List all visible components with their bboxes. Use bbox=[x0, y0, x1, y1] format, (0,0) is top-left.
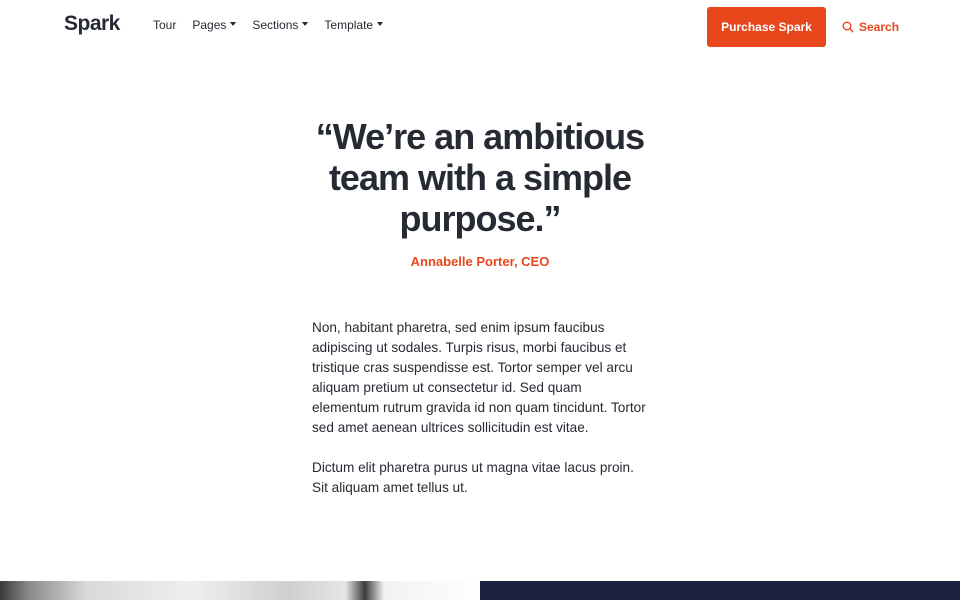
body-paragraph: Non, habitant pharetra, sed enim ipsum f… bbox=[312, 320, 646, 435]
logo[interactable]: Spark bbox=[64, 12, 120, 36]
search-button[interactable]: Search bbox=[842, 20, 899, 34]
main-nav: Tour Pages Sections Template bbox=[153, 18, 384, 32]
nav-item-label: Tour bbox=[153, 18, 177, 32]
dark-panel bbox=[480, 581, 960, 600]
nav-item-label: Template bbox=[324, 18, 374, 32]
body-text: Non, habitant pharetra, sed enim ipsum f… bbox=[312, 318, 652, 518]
caret-down-icon bbox=[377, 22, 384, 26]
caret-down-icon bbox=[230, 22, 237, 26]
search-label: Search bbox=[859, 20, 900, 34]
quote-author: Annabelle Porter, CEO bbox=[410, 254, 550, 269]
nav-item-template[interactable]: Template bbox=[324, 18, 384, 32]
body-paragraph: Dictum elit pharetra purus ut magna vita… bbox=[312, 460, 634, 495]
purchase-button[interactable]: Purchase Spark bbox=[707, 7, 826, 47]
nav-item-tour[interactable]: Tour bbox=[153, 18, 176, 32]
nav-item-sections[interactable]: Sections bbox=[252, 18, 309, 32]
photo-image bbox=[0, 581, 480, 600]
nav-item-pages[interactable]: Pages bbox=[192, 18, 237, 32]
caret-down-icon bbox=[302, 22, 309, 26]
pull-quote: “We’re an ambitious team with a simple p… bbox=[315, 116, 645, 239]
search-icon bbox=[842, 21, 854, 33]
top-navbar: Spark Tour Pages Sections Template Purch… bbox=[0, 0, 960, 54]
nav-item-label: Sections bbox=[252, 18, 299, 32]
nav-item-label: Pages bbox=[192, 18, 227, 32]
